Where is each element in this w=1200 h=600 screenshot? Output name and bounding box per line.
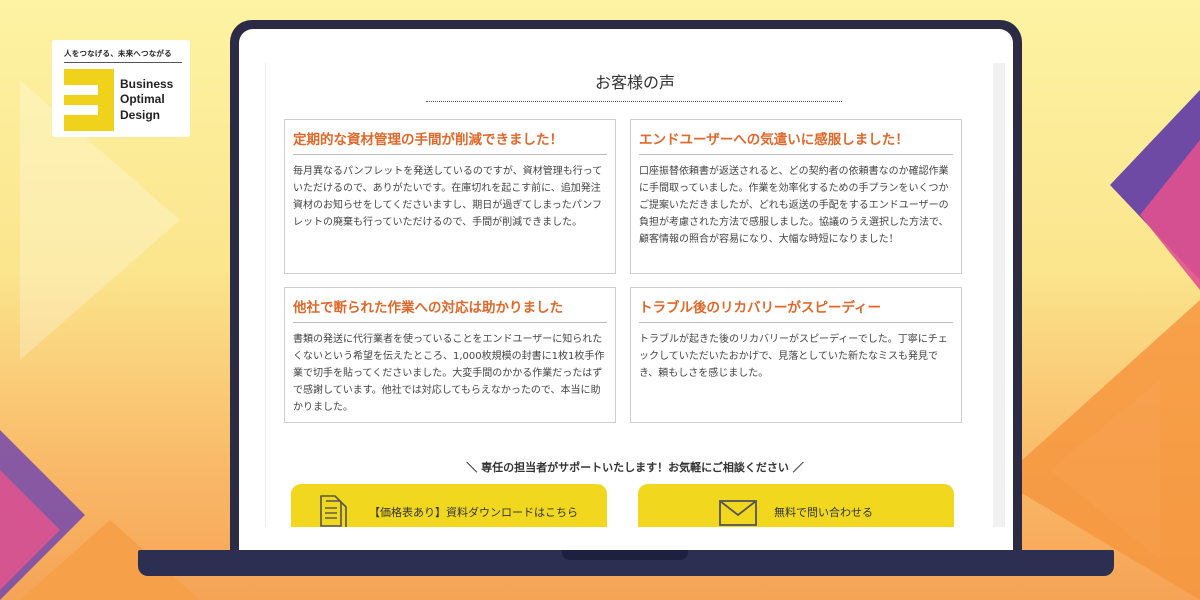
contact-button[interactable]: 無料で問い合わせる [638, 484, 954, 527]
download-button-label: 【価格表あり】資料ダウンロードはこちら [369, 506, 578, 519]
testimonial-body: 書類の発送に代行業者を使っていることをエンドユーザーに知られたくないという希望を… [293, 334, 605, 413]
testimonial-body: 口座振替依頼書が返送されると、どの契約者の依頼書なのか確認作業に手間取っていまし… [639, 166, 949, 245]
laptop-screen: お客様の声 定期的な資材管理の手間が削減できました！ 毎月異なるパンフレットを発… [239, 29, 1013, 558]
title-divider [426, 101, 842, 102]
testimonial-card: エンドユーザーへの気遣いに感服しました！ 口座振替依頼書が返送されると、どの契約… [630, 119, 962, 274]
company-logo: 人をつなげる、未来へつながる Business Optimal Design [52, 40, 190, 137]
testimonial-card: 定期的な資材管理の手間が削減できました！ 毎月異なるパンフレットを発送しているの… [284, 119, 616, 274]
logo-word: Design [120, 107, 161, 122]
testimonial-title: 定期的な資材管理の手間が削減できました！ [293, 128, 607, 155]
page-side-strip [993, 63, 1004, 527]
logo-body: Business Optimal Design [64, 69, 182, 131]
testimonial-title: トラブル後のリカバリーがスピーディー [639, 296, 953, 323]
logo-wordmark: Business Optimal Design [120, 77, 173, 124]
laptop-frame: お客様の声 定期的な資材管理の手間が削減できました！ 毎月異なるパンフレットを発… [230, 20, 1022, 558]
testimonial-card: トラブル後のリカバリーがスピーディー トラブルが起きた後のリカバリーがスピーディ… [630, 287, 962, 423]
testimonial-body: 毎月異なるパンフレットを発送しているのですが、資材管理も行っていただけるので、あ… [293, 166, 603, 228]
background-shape [1140, 140, 1200, 290]
logo-mark-icon [64, 69, 114, 131]
testimonial-title: エンドユーザーへの気遣いに感服しました！ [639, 128, 953, 155]
testimonial-card: 他社で断られた作業への対応は助かりました 書類の発送に代行業者を使っていることを… [284, 287, 616, 423]
document-icon [320, 495, 347, 527]
logo-word: Business [120, 76, 174, 91]
logo-word: Optimal [120, 92, 165, 107]
envelope-icon [719, 500, 757, 526]
page-title: お客様の声 [594, 73, 675, 92]
testimonial-body: トラブルが起きた後のリカバリーがスピーディーでした。丁寧にチェックしていただいた… [639, 334, 948, 379]
web-page: お客様の声 定期的な資材管理の手間が削減できました！ 毎月異なるパンフレットを発… [265, 63, 1005, 527]
background-shape [0, 470, 60, 590]
download-materials-button[interactable]: 【価格表あり】資料ダウンロードはこちら [291, 484, 607, 527]
testimonial-title: 他社で断られた作業への対応は助かりました [293, 296, 607, 323]
laptop-notch [562, 550, 688, 560]
contact-button-label: 無料で問い合わせる [774, 506, 873, 519]
support-message: ＼ 専任の担当者がサポートいたします！お気軽にご相談ください ／ [466, 461, 804, 474]
logo-tagline: 人をつなげる、未来へつながる [64, 48, 182, 63]
